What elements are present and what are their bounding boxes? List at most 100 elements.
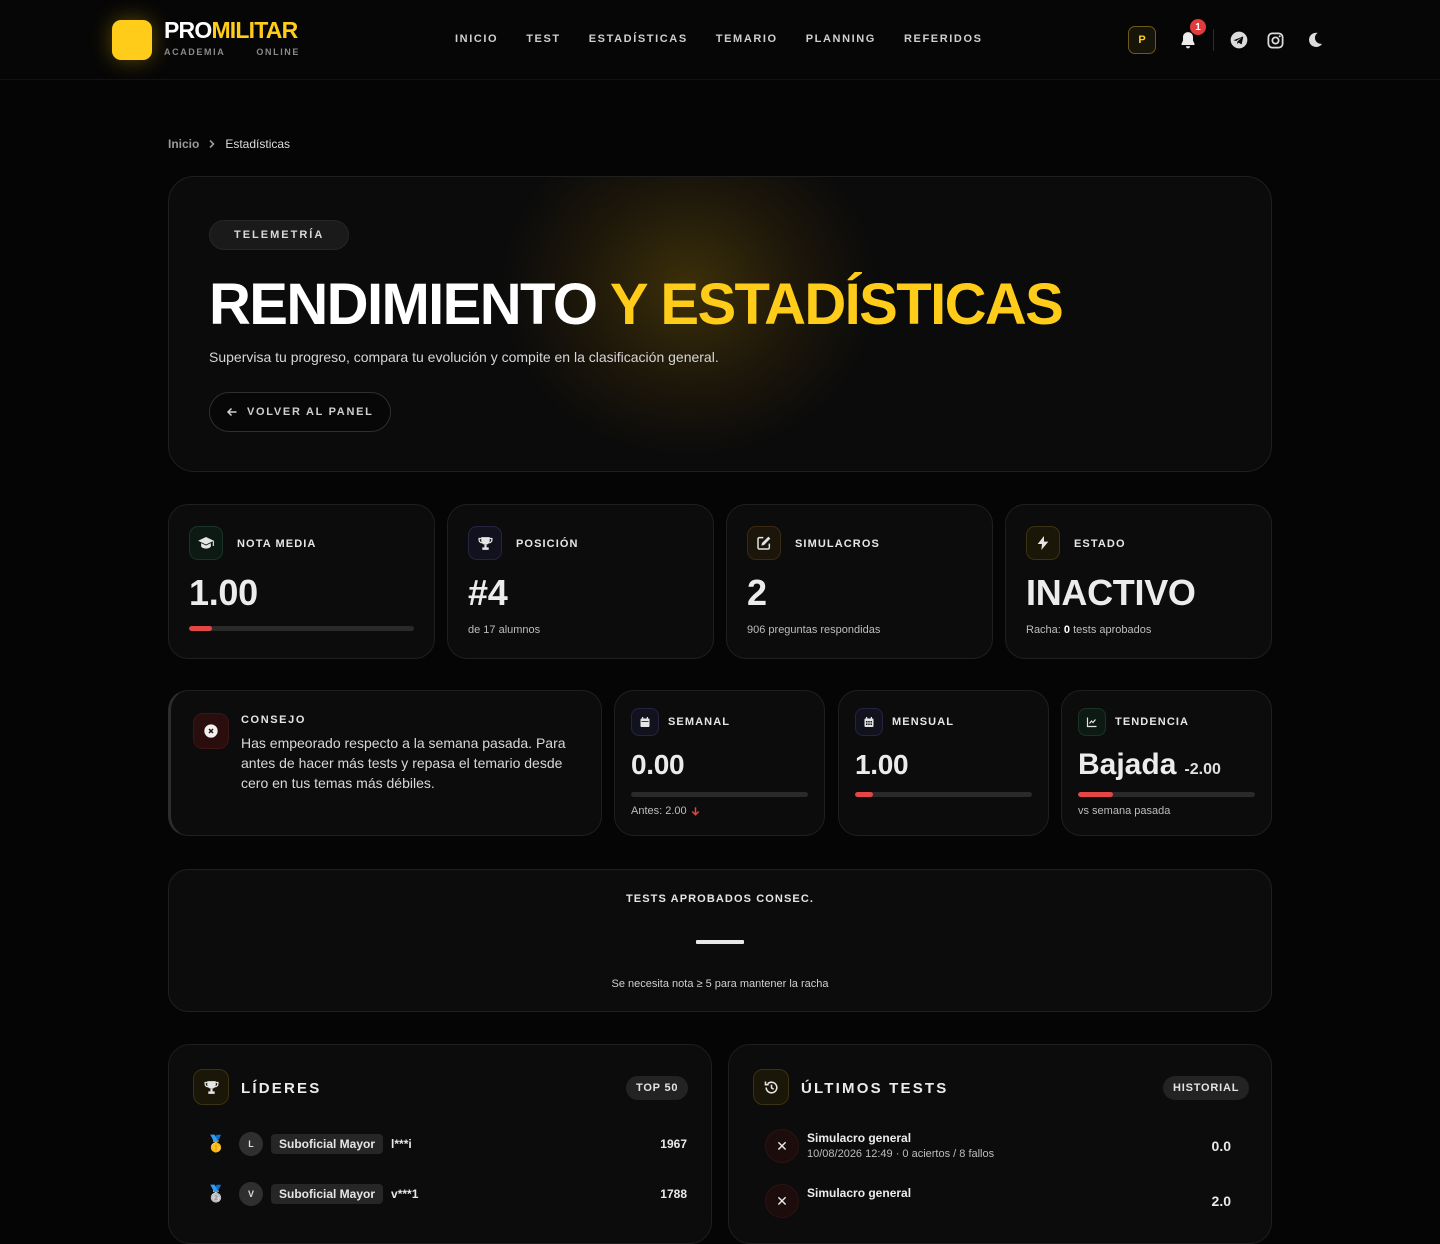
advice-card: CONSEJO Has empeorado respecto a la sema… xyxy=(168,690,602,836)
leaderboard-row[interactable]: 🥇 L Suboficial Mayor l***i 1967 xyxy=(205,1131,687,1157)
page-title: RENDIMIENTO Y ESTADÍSTICAS xyxy=(209,272,1064,337)
trend-chart-icon xyxy=(1078,708,1106,736)
streak-note: Se necesita nota ≥ 5 para mantener la ra… xyxy=(611,978,829,990)
advice-label: CONSEJO xyxy=(241,714,306,726)
semanal-value: 0.00 xyxy=(631,749,685,780)
test-name: Simulacro general xyxy=(807,1131,912,1145)
lightning-icon xyxy=(1026,526,1060,560)
simulacros-label: SIMULACROS xyxy=(795,538,880,550)
notifications-button[interactable]: 1 xyxy=(1178,19,1206,50)
recent-tests-panel: ÚLTIMOS TESTS HISTORIAL ✕ Simulacro gene… xyxy=(728,1044,1272,1244)
main-nav: INICIO TEST ESTADÍSTICAS TEMARIO PLANNIN… xyxy=(455,33,983,45)
leader-name: v***1 xyxy=(391,1187,419,1201)
mensual-value: 1.00 xyxy=(855,749,909,780)
streak-label: TESTS APROBADOS CONSEC. xyxy=(625,893,815,905)
stat-card-estado: ESTADO INACTIVO Racha: 0 tests aprobados xyxy=(1005,504,1272,659)
nav-estadisticas[interactable]: ESTADÍSTICAS xyxy=(589,33,688,45)
estado-note: Racha: 0 tests aprobados xyxy=(1026,624,1152,636)
notification-badge: 1 xyxy=(1190,19,1206,35)
avatar: V xyxy=(239,1182,263,1206)
tendencia-note: vs semana pasada xyxy=(1078,805,1171,817)
fail-x-icon: ✕ xyxy=(765,1184,799,1218)
header-actions: P 1 xyxy=(1128,19,1326,54)
brand-subtitle: ACADEMIA ONLINE xyxy=(164,47,300,57)
posicion-note: de 17 alumnos xyxy=(468,624,541,636)
nav-temario[interactable]: TEMARIO xyxy=(716,33,778,45)
back-to-panel-button[interactable]: VOLVER AL PANEL xyxy=(209,392,391,432)
arrow-left-icon xyxy=(226,407,237,417)
leader-name: l***i xyxy=(391,1137,412,1151)
alert-icon xyxy=(193,713,229,749)
instagram-button[interactable] xyxy=(1264,29,1286,51)
tendencia-value: Bajada -2.00 xyxy=(1078,748,1221,781)
graduation-cap-icon xyxy=(189,526,223,560)
trophy-icon xyxy=(468,526,502,560)
logo-icon[interactable] xyxy=(112,20,152,60)
period-card-tendencia: TENDENCIA Bajada -2.00 vs semana pasada xyxy=(1061,690,1272,836)
test-name: Simulacro general xyxy=(807,1186,912,1200)
calendar-icon xyxy=(631,708,659,736)
tendencia-label: TENDENCIA xyxy=(1115,716,1190,728)
breadcrumb-current: Estadísticas xyxy=(225,137,291,151)
theme-toggle-button[interactable] xyxy=(1304,29,1326,51)
top-50-tag[interactable]: TOP 50 xyxy=(626,1076,689,1100)
test-score: 0.0 xyxy=(1211,1138,1231,1154)
top-header: PROMILITAR ACADEMIA ONLINE INICIO TEST ES… xyxy=(0,0,1440,80)
test-score: 2.0 xyxy=(1211,1193,1231,1209)
period-card-semanal: SEMANAL 0.00 Antes: 2.00 xyxy=(614,690,825,836)
streak-card: TESTS APROBADOS CONSEC. Se necesita nota… xyxy=(168,869,1272,1012)
nav-test[interactable]: TEST xyxy=(526,33,561,45)
avatar: L xyxy=(239,1132,263,1156)
stat-card-simulacros: SIMULACROS 2 906 preguntas respondidas xyxy=(726,504,993,659)
semanal-progress-bar xyxy=(631,792,808,797)
breadcrumb-home-link[interactable]: Inicio xyxy=(168,137,199,151)
simulacros-note: 906 preguntas respondidas xyxy=(747,624,881,636)
chevron-right-icon xyxy=(209,139,215,149)
leaderboard-row[interactable]: 🥈 V Suboficial Mayor v***1 1788 xyxy=(205,1181,687,1207)
nav-referidos[interactable]: REFERIDOS xyxy=(904,33,983,45)
breadcrumb: Inicio Estadísticas xyxy=(168,137,290,151)
test-meta: 10/08/2026 12:49 · 0 aciertos / 8 fallos xyxy=(807,1148,995,1160)
mensual-label: MENSUAL xyxy=(892,716,955,728)
silver-medal-icon: 🥈 xyxy=(206,1186,226,1203)
recent-tests-title: ÚLTIMOS TESTS xyxy=(801,1080,949,1097)
leader-score: 1967 xyxy=(660,1137,687,1151)
moon-icon xyxy=(1309,32,1323,47)
estado-value: INACTIVO xyxy=(1026,572,1196,613)
streak-empty-value xyxy=(696,940,744,944)
nota-media-label: NOTA MEDIA xyxy=(237,538,317,550)
header-divider xyxy=(1213,29,1214,51)
back-button-label: VOLVER AL PANEL xyxy=(247,406,374,418)
nav-inicio[interactable]: INICIO xyxy=(455,33,498,45)
simulacros-value: 2 xyxy=(747,572,767,613)
arrow-down-icon xyxy=(691,806,699,816)
instagram-icon xyxy=(1267,32,1283,48)
semanal-label: SEMANAL xyxy=(668,716,731,728)
page-subtitle: Supervisa tu progreso, compara tu evoluc… xyxy=(209,349,719,365)
edit-icon xyxy=(747,526,781,560)
tendencia-progress-bar xyxy=(1078,792,1255,797)
test-row[interactable]: ✕ Simulacro general 2.0 xyxy=(765,1184,1231,1218)
history-tag[interactable]: HISTORIAL xyxy=(1163,1076,1250,1100)
semanal-note: Antes: 2.00 xyxy=(631,805,701,817)
test-row[interactable]: ✕ Simulacro general 10/08/2026 12:49 · 0… xyxy=(765,1129,1231,1163)
stat-card-posicion: POSICIÓN #4 de 17 alumnos xyxy=(447,504,714,659)
user-avatar[interactable]: P xyxy=(1128,26,1156,54)
fail-x-icon: ✕ xyxy=(765,1129,799,1163)
nota-media-value: 1.00 xyxy=(189,572,258,613)
advice-text: Has empeorado respecto a la semana pasad… xyxy=(241,735,566,791)
rank-badge: Suboficial Mayor xyxy=(271,1134,384,1154)
brand-name[interactable]: PROMILITAR xyxy=(164,17,298,44)
hero-panel: TELEMETRÍA RENDIMIENTO Y ESTADÍSTICAS Su… xyxy=(168,176,1272,472)
leader-score: 1788 xyxy=(660,1187,687,1201)
telegram-button[interactable] xyxy=(1228,29,1250,51)
telegram-icon xyxy=(1230,31,1248,49)
section-pill: TELEMETRÍA xyxy=(209,220,350,250)
trophy-icon xyxy=(193,1069,229,1105)
mensual-progress-bar xyxy=(855,792,1032,797)
rank-badge: Suboficial Mayor xyxy=(271,1184,384,1204)
stat-card-nota-media: NOTA MEDIA 1.00 xyxy=(168,504,435,659)
posicion-value: #4 xyxy=(468,572,508,613)
leaders-title: LÍDERES xyxy=(241,1080,322,1097)
nav-planning[interactable]: PLANNING xyxy=(806,33,876,45)
